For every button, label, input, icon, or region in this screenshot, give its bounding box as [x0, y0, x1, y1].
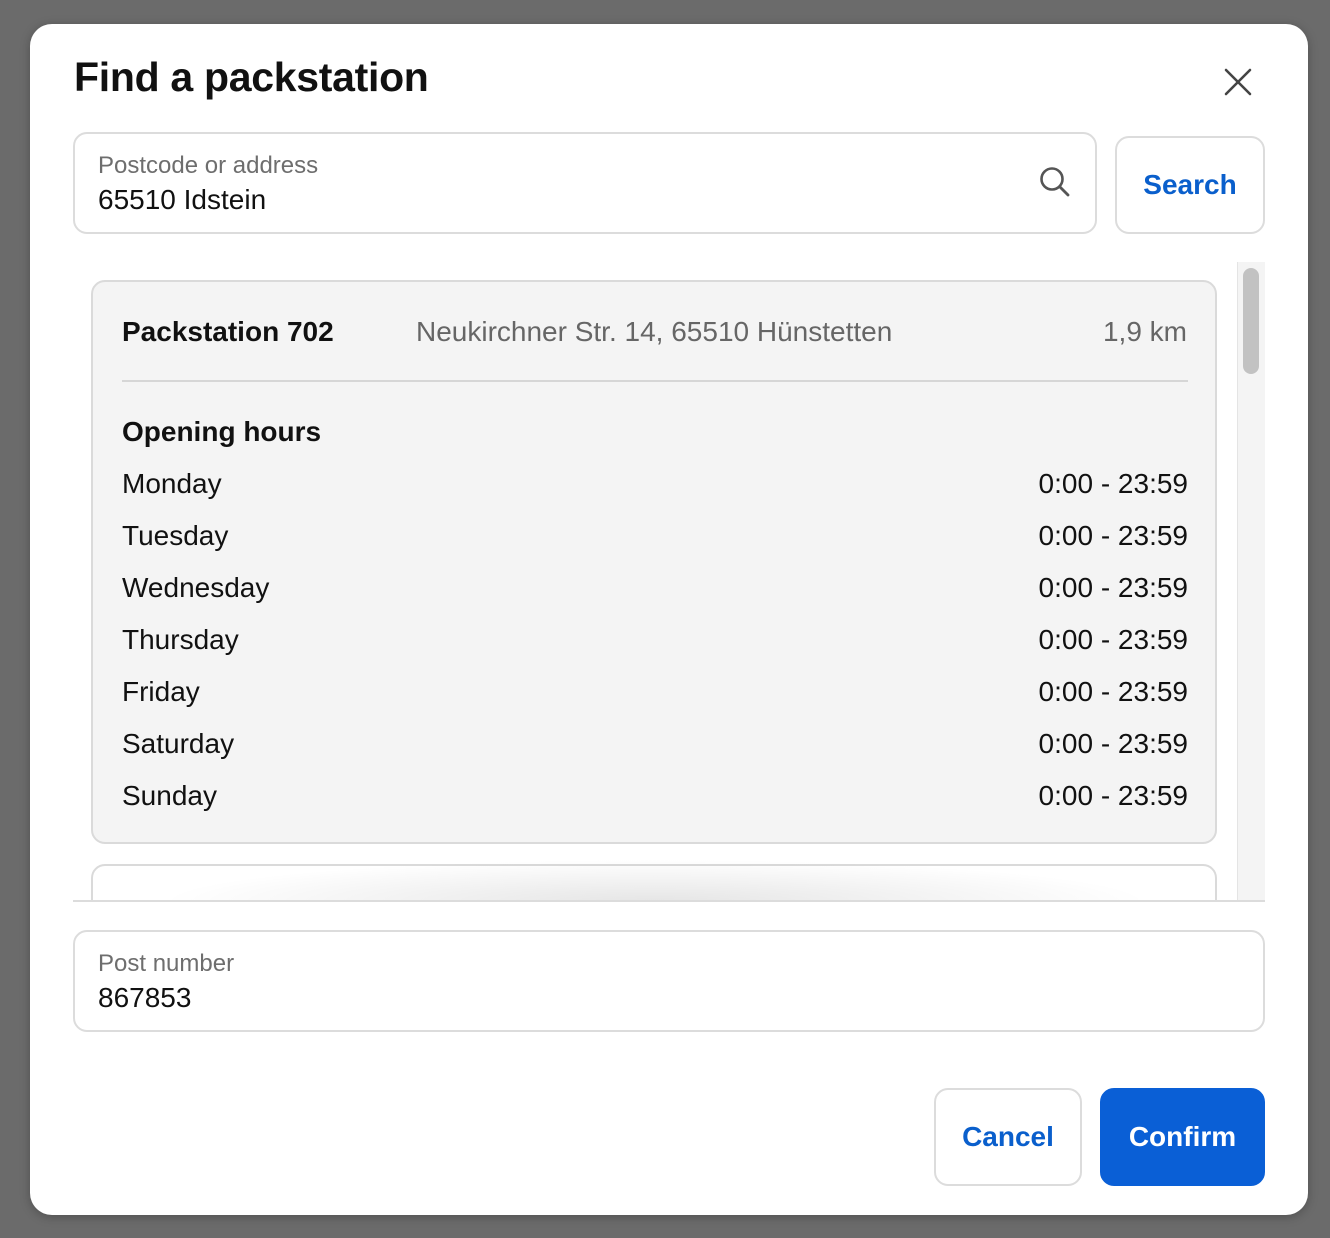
hours-row: Tuesday 0:00 - 23:59: [122, 520, 1188, 572]
post-number-field[interactable]: Post number 867853: [73, 930, 1265, 1032]
hours-day: Saturday: [122, 728, 235, 759]
confirm-button[interactable]: Confirm: [1100, 1088, 1265, 1186]
dialog-title: Find a packstation: [74, 54, 429, 100]
hours-day: Wednesday: [122, 572, 270, 603]
cancel-button[interactable]: Cancel: [934, 1088, 1082, 1186]
scroll-fade: [73, 852, 1237, 902]
search-button[interactable]: Search: [1115, 136, 1265, 234]
hours-time: 0:00 - 23:59: [1038, 624, 1188, 655]
search-input-label: Postcode or address: [98, 152, 319, 179]
opening-hours-heading: Opening hours: [122, 416, 322, 447]
hours-row: Friday 0:00 - 23:59: [122, 676, 1188, 728]
hours-day: Monday: [122, 468, 222, 499]
search-icon: [1040, 167, 1070, 197]
hours-day: Thursday: [122, 624, 239, 655]
close-button[interactable]: [1218, 62, 1258, 102]
post-number-label: Post number: [98, 950, 235, 977]
hours-time: 0:00 - 23:59: [1038, 676, 1188, 707]
hours-row: Wednesday 0:00 - 23:59: [122, 572, 1188, 624]
hours-time: 0:00 - 23:59: [1038, 780, 1188, 811]
packstation-distance: 1,9 km: [1102, 316, 1187, 347]
hours-day: Sunday: [122, 780, 217, 811]
packstation-card[interactable]: Packstation 702 Neukirchner Str. 14, 655…: [91, 280, 1217, 844]
close-icon: [1224, 68, 1252, 96]
hours-row: Monday 0:00 - 23:59: [122, 468, 1188, 520]
search-input[interactable]: Postcode or address 65510 Idstein: [73, 132, 1097, 234]
hours-time: 0:00 - 23:59: [1038, 468, 1188, 499]
hours-day: Friday: [122, 676, 200, 707]
hours-row: Thursday 0:00 - 23:59: [122, 624, 1188, 676]
opening-hours-list: Monday 0:00 - 23:59 Tuesday 0:00 - 23:59…: [122, 468, 1188, 832]
packstation-dialog: Find a packstation Postcode or address 6…: [30, 24, 1308, 1215]
post-number-value: 867853: [98, 982, 192, 1013]
card-divider: [122, 380, 1188, 382]
hours-time: 0:00 - 23:59: [1038, 520, 1188, 551]
packstation-address: Neukirchner Str. 14, 65510 Hünstetten: [416, 316, 893, 347]
results-list[interactable]: Packstation 702 Neukirchner Str. 14, 655…: [73, 262, 1265, 902]
hours-time: 0:00 - 23:59: [1038, 728, 1188, 759]
hours-time: 0:00 - 23:59: [1038, 572, 1188, 603]
scrollbar-thumb[interactable]: [1243, 268, 1259, 374]
hours-day: Tuesday: [122, 520, 229, 551]
packstation-name: Packstation 702: [122, 316, 334, 347]
search-input-value: 65510 Idstein: [98, 184, 267, 215]
hours-row: Saturday 0:00 - 23:59: [122, 728, 1188, 780]
results-divider: [73, 900, 1265, 902]
hours-row: Sunday 0:00 - 23:59: [122, 780, 1188, 832]
